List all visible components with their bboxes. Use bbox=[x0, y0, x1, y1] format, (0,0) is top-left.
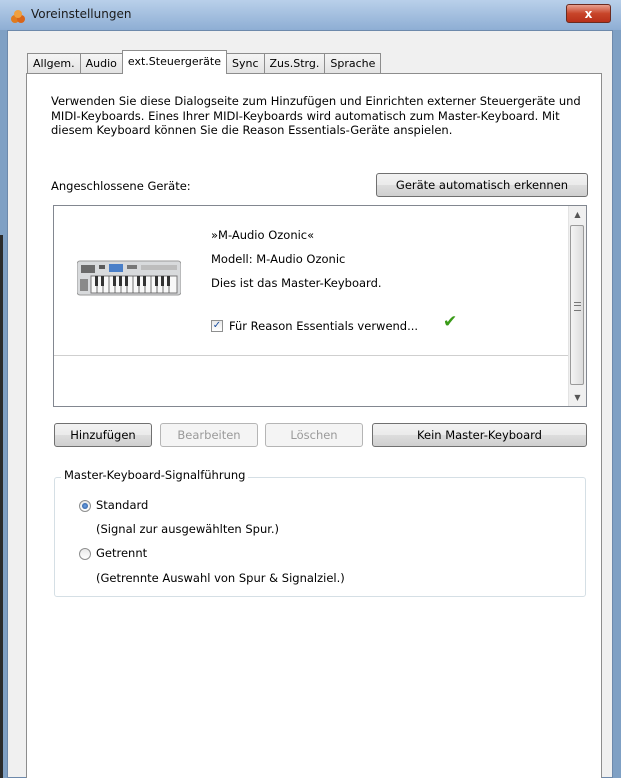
no-master-keyboard-button[interactable]: Kein Master-Keyboard bbox=[372, 423, 587, 447]
device-list[interactable]: »M-Audio Ozonic« Modell: M-Audio Ozonic … bbox=[53, 205, 587, 407]
tab-allgem[interactable]: Allgem. bbox=[27, 53, 81, 74]
connected-devices-label: Angeschlossene Geräte: bbox=[51, 179, 191, 193]
standard-description: (Signal zur ausgewählten Spur.) bbox=[96, 522, 280, 536]
device-status: Dies ist das Master-Keyboard. bbox=[211, 276, 382, 290]
device-model: Modell: M-Audio Ozonic bbox=[211, 252, 346, 266]
green-checkmark-icon: ✔ bbox=[443, 312, 458, 332]
list-divider bbox=[54, 355, 569, 356]
tab-sync[interactable]: Sync bbox=[226, 53, 265, 74]
title-bar[interactable]: Voreinstellungen x bbox=[0, 0, 621, 30]
separate-label[interactable]: Getrennt bbox=[96, 546, 147, 560]
scroll-down-icon[interactable]: ▼ bbox=[569, 389, 586, 406]
tab-sprache[interactable]: Sprache bbox=[324, 53, 382, 74]
close-button[interactable]: x bbox=[566, 4, 611, 23]
window-edge-shadow bbox=[0, 235, 3, 778]
tab-audio[interactable]: Audio bbox=[79, 53, 123, 74]
tab-zus-strg[interactable]: Zus.Strg. bbox=[263, 53, 326, 74]
scroll-up-icon[interactable]: ▲ bbox=[569, 206, 586, 223]
separate-description: (Getrennte Auswahl von Spur & Signalziel… bbox=[96, 571, 345, 585]
edit-button[interactable]: Bearbeiten bbox=[160, 423, 258, 447]
use-for-reason-checkbox[interactable]: ✓ bbox=[211, 320, 223, 332]
standard-label[interactable]: Standard bbox=[96, 498, 148, 512]
scrollbar-thumb[interactable] bbox=[570, 225, 584, 385]
separate-radio[interactable] bbox=[79, 548, 91, 560]
tab-ext-steuergeraete[interactable]: ext.Steuergeräte bbox=[121, 50, 227, 74]
routing-group-title: Master-Keyboard-Signalführung bbox=[61, 468, 249, 482]
autodetect-devices-button[interactable]: Geräte automatisch erkennen bbox=[376, 173, 588, 197]
standard-radio[interactable] bbox=[79, 500, 91, 512]
description-text: Verwenden Sie diese Dialogseite zum Hinz… bbox=[51, 94, 581, 137]
delete-button[interactable]: Löschen bbox=[265, 423, 363, 447]
app-logo-icon bbox=[11, 10, 25, 23]
tab-bar: Allgem. Audio ext.Steuergeräte Sync Zus.… bbox=[27, 50, 382, 74]
add-button[interactable]: Hinzufügen bbox=[54, 423, 152, 447]
device-list-scrollbar[interactable]: ▲ ▼ bbox=[568, 206, 586, 406]
use-for-reason-label: Für Reason Essentials verwend... bbox=[229, 319, 419, 333]
device-name: »M-Audio Ozonic« bbox=[211, 228, 315, 242]
midi-keyboard-image bbox=[77, 260, 181, 296]
window-title: Voreinstellungen bbox=[31, 7, 132, 21]
